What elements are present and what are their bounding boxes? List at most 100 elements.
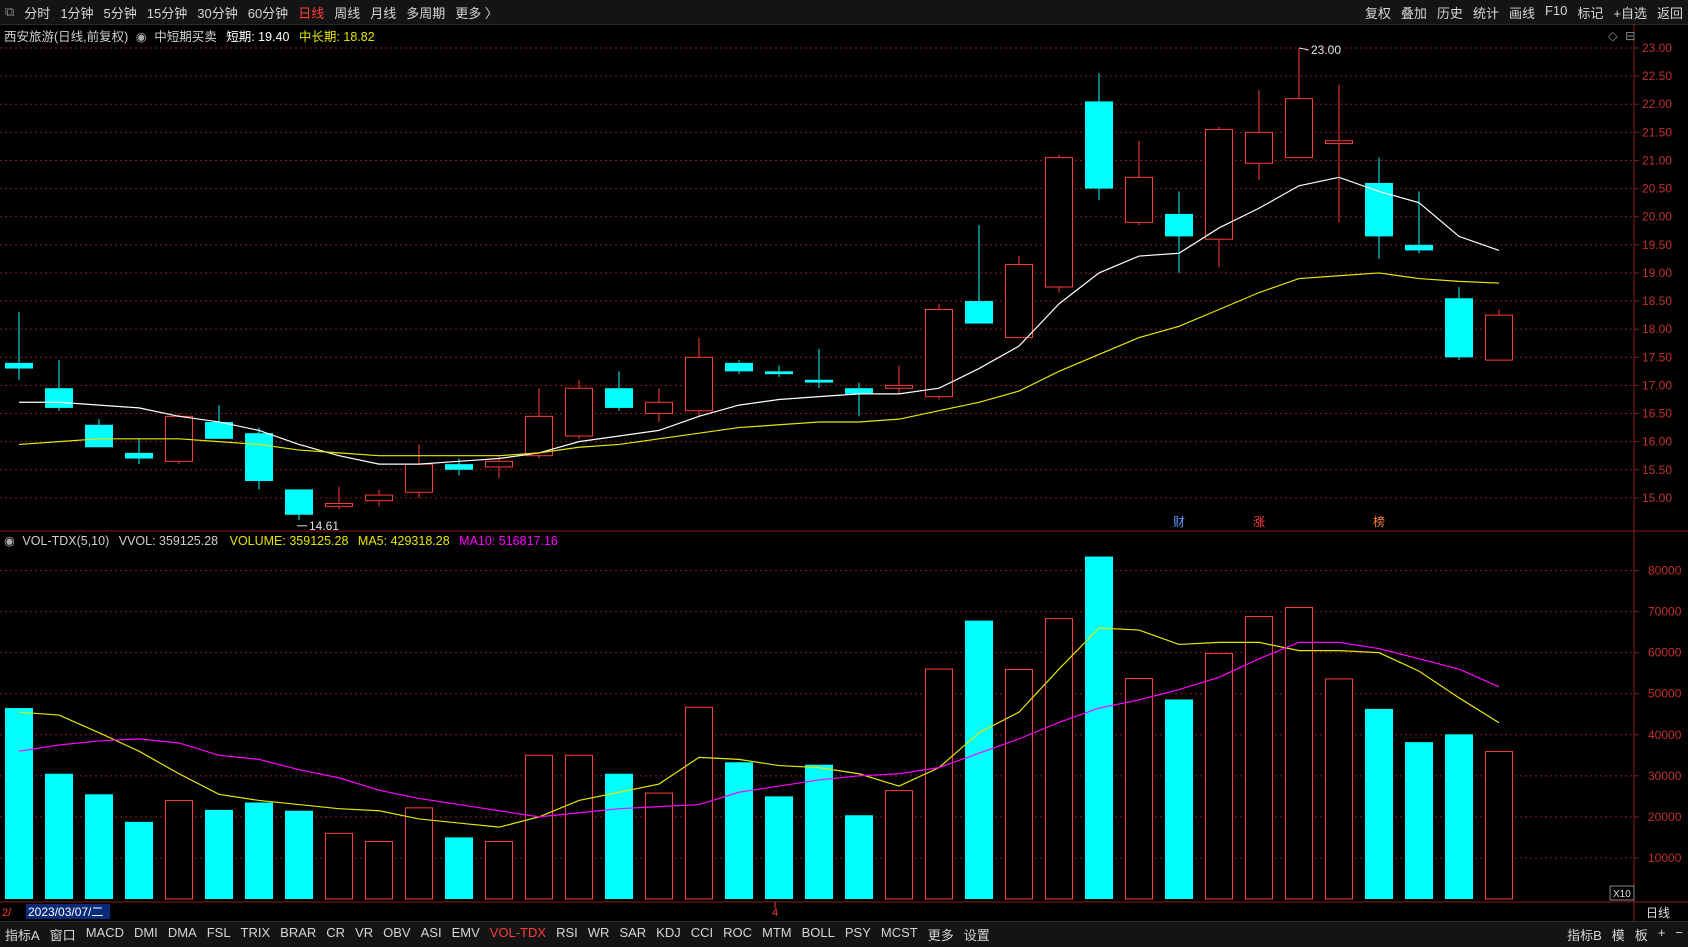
indicator-tab[interactable]: 更多 [923,925,959,944]
candle-body [845,388,873,394]
indicator-tab[interactable]: DMI [129,925,163,944]
indicator-tab[interactable]: SAR [614,925,651,944]
indicator-tab[interactable]: TRIX [236,925,276,944]
toolbar-button[interactable]: 统计 [1468,3,1504,22]
indicator-tab[interactable]: MCST [876,925,923,944]
period-tab[interactable]: 日线 [293,3,329,22]
low-price-label: 14.61 [309,519,339,533]
high-price-label: 23.00 [1311,43,1341,57]
period-tab[interactable]: 60分钟 [243,3,293,22]
period-label: 日线 [1646,906,1670,920]
toolbar-button[interactable]: 历史 [1432,3,1468,22]
indicator-tab[interactable]: 窗口 [45,925,81,944]
indicator-tab[interactable]: OBV [378,925,415,944]
candle-body [1125,176,1153,223]
panel-controls: ◇ ⊟ [1608,28,1636,43]
toolbar-button[interactable]: 复权 [1360,3,1396,22]
ma10-label: MA10: 516817.16 [459,534,558,548]
indicator-tab[interactable]: 设置 [959,925,995,944]
volume-bar [685,706,713,900]
kline-chart[interactable]: 15.00 15.50 16.00 16.50 17.00 17.50 18.00 18.50… [0,24,1688,921]
indicator-a-button[interactable]: 指标A [0,925,45,944]
period-tab[interactable]: 月线 [365,3,401,22]
maximize-icon[interactable]: ⊟ [1625,29,1635,43]
board-button[interactable]: 板 [1630,925,1653,944]
candle-body [1085,101,1113,189]
volume-tick-label: 20000 [1648,810,1682,824]
indicator-tab[interactable]: RSI [551,925,583,944]
bottom-right: 指标B 模 板 + − [1562,925,1688,944]
toolbar-button[interactable]: +自选 [1608,3,1652,22]
price-tick-label: 20.00 [1642,210,1672,224]
period-tab[interactable]: 周线 [329,3,365,22]
volume-bar [1165,699,1193,899]
long-term-label: 中长期: 18.82 [298,30,375,44]
volume-bar [45,773,73,899]
price-tick-label: 19.50 [1642,238,1672,252]
volume-ma10-line [18,641,1500,818]
indicator-tab[interactable]: BRAR [275,925,321,944]
candle-body [445,464,473,470]
price-tick-label: 22.50 [1642,69,1672,83]
candle-body [565,387,593,437]
indicator-tab[interactable]: MACD [81,925,129,944]
indicator-tab[interactable]: VR [350,925,378,944]
indicator-tab[interactable]: EMV [447,925,485,944]
indicator-tab[interactable]: KDJ [651,925,686,944]
template-button[interactable]: 模 [1607,925,1630,944]
period-tab[interactable]: 分时 [19,3,55,22]
restore-icon[interactable]: ⧉ [0,4,19,20]
price-tick-label: 20.50 [1642,182,1672,196]
zoom-in-button[interactable]: + [1653,925,1671,944]
volume-bar [365,841,393,900]
settings-icon[interactable]: ◉ [4,534,15,548]
volume-bar [1365,708,1393,899]
period-tab[interactable]: 5分钟 [99,3,142,22]
volume-bar [1325,678,1353,900]
volume-bar [1085,556,1113,899]
period-tab[interactable]: 1分钟 [55,3,98,22]
period-tabs: 分时 1分钟 5分钟 15分钟 30分钟 60分钟 日线 周线 月线 多周期 更多 〉 [19,3,503,22]
indicator-tab[interactable]: ROC [718,925,757,944]
volume-tick-label: 40000 [1648,728,1682,742]
volume-tick-label: 30000 [1648,769,1682,783]
period-tab[interactable]: 30分钟 [192,3,242,22]
volume-panel-header: ◉ VOL-TDX(5,10) VVOL: 359125.28 VOLUME: … [4,533,558,548]
zoom-out-button[interactable]: − [1670,925,1688,944]
stock-title: 西安旅游(日线,前复权) [4,30,129,44]
period-tab[interactable]: 多周期 [401,3,450,22]
volume-bar [445,837,473,899]
toolbar-button[interactable]: 叠加 [1396,3,1432,22]
toolbar-button[interactable]: 返回 [1652,3,1688,22]
volume-bar [1045,618,1073,900]
candle-body [1005,264,1033,339]
indicator-tab[interactable]: CCI [686,925,718,944]
indicator-tab[interactable]: MTM [757,925,797,944]
period-tab[interactable]: 更多 〉 [450,3,503,22]
price-tick-label: 19.00 [1642,266,1672,280]
indicator-tab[interactable]: DMA [163,925,202,944]
indicator-tab[interactable]: FSL [202,925,236,944]
left-marker: 2/ [2,907,12,919]
indicator-tab[interactable]: VOL-TDX [485,925,551,944]
indicator-tab[interactable]: PSY [840,925,876,944]
indicator-tab[interactable]: BOLL [797,925,840,944]
candle-body [645,401,673,415]
toolbar-button[interactable]: 标记 [1572,3,1608,22]
diamond-icon[interactable]: ◇ [1608,29,1618,43]
volume-bar [805,764,833,899]
toolbar-button[interactable]: 画线 [1504,3,1540,22]
period-tab[interactable]: 15分钟 [142,3,192,22]
candle-body [805,379,833,383]
toolbar-button[interactable]: F10 [1540,3,1572,22]
indicator-tab[interactable]: WR [583,925,615,944]
volume-bar [285,810,313,899]
indicator-b-button[interactable]: 指标B [1562,925,1607,944]
settings-icon[interactable]: ◉ [136,30,147,44]
price-tick-label: 22.00 [1642,97,1672,111]
volume-indicator-title: VOL-TDX(5,10) [22,534,110,548]
indicator-tab[interactable]: CR [321,925,350,944]
indicator-tab[interactable]: ASI [416,925,447,944]
event-mark: 涨 [1253,514,1265,529]
volume-bar [205,809,233,899]
